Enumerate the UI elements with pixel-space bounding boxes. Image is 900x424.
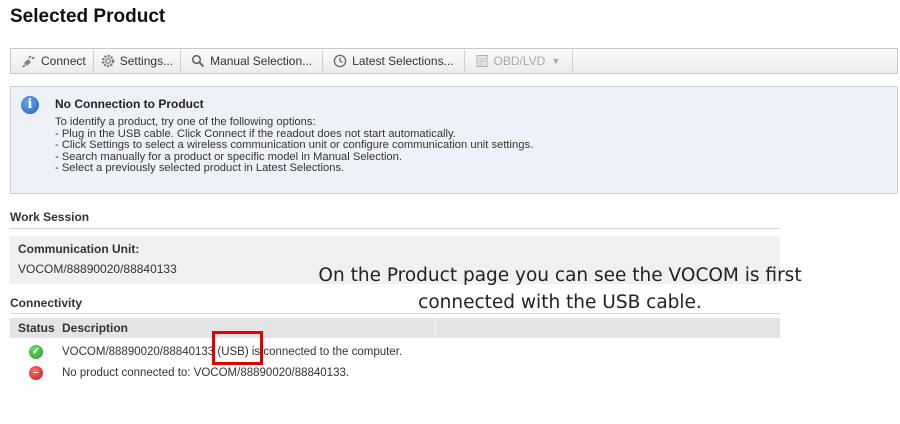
status-column-header: Status bbox=[18, 321, 55, 335]
row-description: No product connected to: VOCOM/88890020/… bbox=[62, 367, 350, 379]
connectivity-table-header: Status Description bbox=[10, 318, 780, 338]
search-icon bbox=[191, 54, 205, 68]
annotation-line: On the Product page you can see the VOCO… bbox=[318, 265, 802, 286]
obd-lvd-dropdown[interactable]: OBD/LVD ▼ bbox=[465, 50, 574, 72]
error-icon: – bbox=[29, 366, 43, 380]
usb-highlight-box bbox=[212, 331, 263, 365]
settings-button[interactable]: Settings... bbox=[94, 50, 182, 72]
connect-label: Connect bbox=[41, 54, 86, 68]
info-title: No Connection to Product bbox=[55, 97, 204, 111]
gear-icon bbox=[101, 54, 114, 68]
table-row: – No product connected to: VOCOM/8889002… bbox=[10, 364, 780, 384]
toolbar: Connect Settings... Manual Selection... … bbox=[10, 48, 898, 74]
comm-unit-value: VOCOM/88890020/88840133 bbox=[18, 262, 177, 276]
annotation-line: connected with the USB cable. bbox=[418, 292, 702, 313]
latest-selections-button[interactable]: Latest Selections... bbox=[323, 50, 465, 72]
document-icon bbox=[476, 55, 488, 67]
connect-button[interactable]: Connect bbox=[15, 50, 94, 72]
page-title: Selected Product bbox=[10, 6, 166, 27]
clock-icon bbox=[333, 54, 347, 68]
column-divider bbox=[435, 318, 436, 338]
settings-label: Settings... bbox=[119, 54, 174, 68]
divider bbox=[10, 313, 780, 314]
annotation-text: On the Product page you can see the VOCO… bbox=[290, 262, 830, 316]
work-session-heading: Work Session bbox=[10, 210, 90, 224]
plug-icon bbox=[22, 55, 35, 68]
info-line: - Select a previously selected product i… bbox=[55, 162, 345, 175]
checkmark-icon: ✓ bbox=[29, 345, 43, 359]
info-line: To identify a product, try one of the fo… bbox=[55, 116, 316, 128]
description-column-header: Description bbox=[62, 321, 129, 335]
table-row: ✓ VOCOM/88890020/88840133 (USB) is conne… bbox=[10, 343, 780, 363]
obd-lvd-label: OBD/LVD bbox=[493, 54, 546, 68]
divider bbox=[10, 228, 780, 229]
latest-selections-label: Latest Selections... bbox=[352, 54, 454, 68]
comm-unit-label: Communication Unit: bbox=[18, 242, 140, 256]
connectivity-heading: Connectivity bbox=[10, 296, 83, 310]
info-panel: i No Connection to Product To identify a… bbox=[10, 86, 898, 194]
chevron-down-icon: ▼ bbox=[551, 56, 561, 66]
info-body: To identify a product, try one of the fo… bbox=[55, 116, 533, 175]
manual-selection-button[interactable]: Manual Selection... bbox=[181, 50, 324, 72]
info-icon: i bbox=[21, 96, 39, 114]
manual-selection-label: Manual Selection... bbox=[210, 54, 313, 68]
